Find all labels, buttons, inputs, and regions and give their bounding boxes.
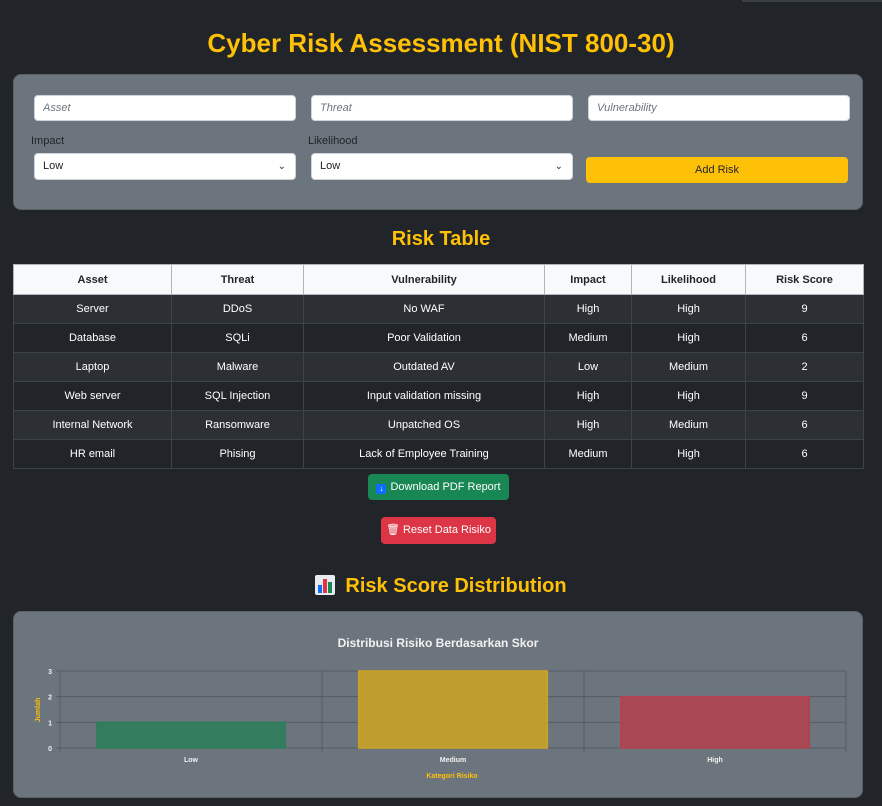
cell-vulnerability: Lack of Employee Training [303, 439, 545, 469]
likelihood-select-value: Low [320, 160, 341, 172]
cell-vulnerability: Poor Validation [303, 323, 545, 353]
cell-asset: Laptop [13, 352, 172, 382]
cell-risk-score: 6 [745, 323, 864, 353]
download-pdf-label: Download PDF Report [390, 481, 501, 493]
likelihood-label: Likelihood [308, 135, 358, 147]
cell-threat: Ransomware [171, 410, 304, 440]
chart-y-axis-label: Jumlah [35, 698, 42, 723]
chart-section-title: Risk Score Distribution [345, 575, 567, 597]
x-tick-label: Medium [440, 757, 466, 764]
threat-input[interactable] [311, 95, 573, 121]
cell-impact: Low [544, 352, 632, 382]
chevron-down-icon: ⌄ [277, 161, 286, 172]
bar-medium [357, 670, 549, 749]
column-header-impact: Impact [544, 264, 632, 295]
column-header-threat: Threat [171, 264, 304, 295]
y-tick-label: 2 [48, 695, 52, 702]
table-row: Web server SQL Injection Input validatio… [13, 381, 864, 411]
risk-distribution-chart: Distribusi Risiko Berdasarkan Skor 0 1 2 3 L… [35, 636, 847, 780]
cell-risk-score: 9 [745, 294, 864, 324]
column-header-likelihood: Likelihood [631, 264, 746, 295]
download-pdf-button[interactable]: ↓ Download PDF Report [368, 474, 509, 500]
cell-impact: High [544, 381, 632, 411]
risk-table: Asset Threat Vulnerability Impact Likeli… [13, 264, 864, 469]
download-icon: ↓ [376, 484, 387, 494]
asset-input[interactable] [34, 95, 296, 121]
cell-likelihood: High [631, 294, 746, 324]
table-row: Internal Network Ransomware Unpatched OS… [13, 410, 864, 440]
chevron-down-icon: ⌄ [554, 161, 563, 172]
reset-data-button[interactable]: 🗑 Reset Data Risiko [381, 517, 496, 544]
chart-section-heading: Risk Score Distribution [0, 575, 882, 598]
cell-threat: Malware [171, 352, 304, 382]
likelihood-select[interactable]: Low ⌄ [311, 153, 573, 180]
cell-risk-score: 2 [745, 352, 864, 382]
column-header-risk-score: Risk Score [745, 264, 864, 295]
cell-likelihood: High [631, 323, 746, 353]
chart-bars [95, 670, 811, 749]
cell-asset: Web server [13, 381, 172, 411]
cell-risk-score: 9 [745, 381, 864, 411]
cell-likelihood: High [631, 381, 746, 411]
x-tick-label: High [707, 757, 723, 764]
cell-likelihood: Medium [631, 352, 746, 382]
table-row: Database SQLi Poor Validation Medium Hig… [13, 323, 864, 353]
chart-title: Distribusi Risiko Berdasarkan Skor [338, 636, 539, 650]
cell-risk-score: 6 [745, 410, 864, 440]
bar-chart-icon [315, 575, 336, 595]
trash-icon: 🗑 [385, 524, 400, 536]
cell-vulnerability: Outdated AV [303, 352, 545, 382]
column-header-vulnerability: Vulnerability [303, 264, 545, 295]
cell-impact: High [544, 410, 632, 440]
cell-threat: SQL Injection [171, 381, 304, 411]
table-row: Laptop Malware Outdated AV Low Medium 2 [13, 352, 864, 382]
cell-impact: High [544, 294, 632, 324]
impact-select-value: Low [43, 160, 64, 172]
cell-asset: HR email [13, 439, 172, 469]
risk-input-form: Impact Low ⌄ Likelihood Low ⌄ Add Risk [13, 74, 863, 210]
cell-asset: Internal Network [13, 410, 172, 440]
chart-x-axis-label: Kategori Risiko [426, 773, 477, 780]
y-tick-label: 3 [48, 669, 52, 676]
impact-label: Impact [31, 135, 65, 147]
table-header-row: Asset Threat Vulnerability Impact Likeli… [13, 264, 864, 295]
bar-low [95, 721, 287, 749]
cell-likelihood: Medium [631, 410, 746, 440]
cell-threat: SQLi [171, 323, 304, 353]
impact-select[interactable]: Low ⌄ [34, 153, 296, 180]
bar-high [619, 695, 811, 749]
chart-card: Distribusi Risiko Berdasarkan Skor 0 1 2 3 L… [13, 611, 863, 798]
table-row: HR email Phising Lack of Employee Traini… [13, 439, 864, 469]
cell-threat: Phising [171, 439, 304, 469]
cell-vulnerability: No WAF [303, 294, 545, 324]
vulnerability-input[interactable] [588, 95, 850, 121]
add-risk-button[interactable]: Add Risk [586, 157, 848, 183]
cell-impact: Medium [544, 323, 632, 353]
y-tick-label: 0 [48, 746, 52, 753]
x-tick-label: Low [184, 757, 199, 764]
cell-likelihood: High [631, 439, 746, 469]
cell-asset: Server [13, 294, 172, 324]
reset-data-label: Reset Data Risiko [402, 524, 491, 536]
cell-asset: Database [13, 323, 172, 353]
page-title: Cyber Risk Assessment (NIST 800-30) [207, 28, 675, 58]
cell-impact: Medium [544, 439, 632, 469]
column-header-asset: Asset [13, 264, 172, 295]
cell-threat: DDoS [171, 294, 304, 324]
cell-risk-score: 6 [745, 439, 864, 469]
cell-vulnerability: Unpatched OS [303, 410, 545, 440]
y-tick-label: 1 [48, 720, 52, 727]
risk-table-title: Risk Table [391, 228, 491, 250]
cell-vulnerability: Input validation missing [303, 381, 545, 411]
table-row: Server DDoS No WAF High High 9 [13, 294, 864, 324]
top-edge-strip [742, 0, 882, 2]
